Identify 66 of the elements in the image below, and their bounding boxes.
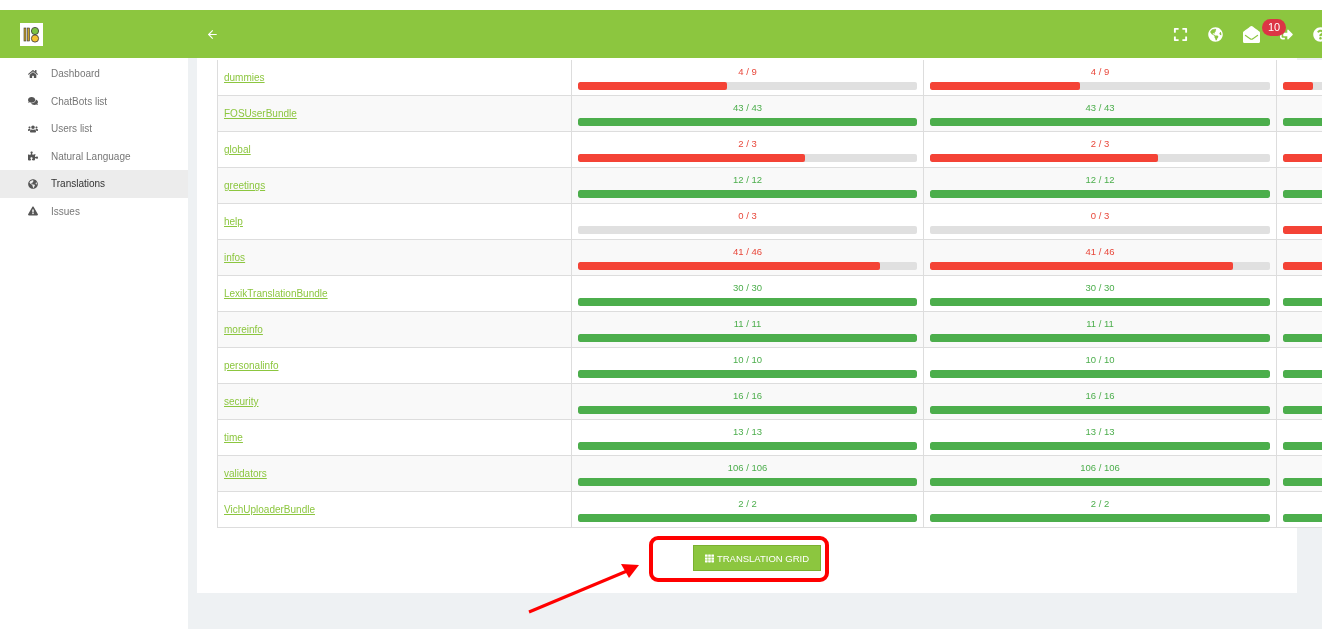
domain-link[interactable]: personalinfo xyxy=(224,360,279,371)
domain-link[interactable]: infos xyxy=(224,252,246,263)
warning-icon xyxy=(28,206,38,217)
progress-count: 11 / 11 xyxy=(733,318,762,329)
progress-count: 106 / 106 xyxy=(1080,462,1120,473)
sidebar-label: Issues xyxy=(51,205,80,217)
sidebar-item[interactable]: Dashboard xyxy=(0,60,188,88)
progress-count: 10 / 10 xyxy=(732,354,763,365)
progress-count: 2 / 3 xyxy=(738,138,757,149)
progress-count: 13 / 13 xyxy=(1085,426,1115,437)
progress-count: 106 / 106 xyxy=(727,462,768,473)
sidebar-item[interactable]: Translations xyxy=(0,170,188,198)
sidebar-label: Natural Language xyxy=(51,150,131,162)
sidebar-label: Users list xyxy=(51,123,93,135)
back-button[interactable] xyxy=(206,27,219,41)
progress-count: 4 / 9 xyxy=(1090,66,1110,77)
progress-count: 2 / 2 xyxy=(738,498,757,509)
translation-grid-button[interactable]: TRANSLATION GRID xyxy=(692,545,822,571)
domain-link[interactable]: moreinfo xyxy=(224,324,263,335)
progress-count: 2 / 2 xyxy=(1090,498,1110,509)
domain-link[interactable]: LexikTranslationBundle xyxy=(224,288,328,299)
progress-count: 43 / 43 xyxy=(732,102,763,113)
domain-link[interactable]: time xyxy=(224,432,243,443)
progress-count: 16 / 16 xyxy=(1085,390,1115,401)
progress-count: 0 / 3 xyxy=(738,210,757,221)
domain-link[interactable]: FOSUserBundle xyxy=(224,108,297,119)
progress-count: 41 / 46 xyxy=(732,246,763,257)
progress-count: 12 / 12 xyxy=(732,174,763,185)
progress-count: 11 / 11 xyxy=(1086,318,1114,329)
grid-icon xyxy=(704,553,714,563)
sidebar-item[interactable]: Users list xyxy=(0,115,188,143)
progress-count: 41 / 46 xyxy=(1085,246,1115,257)
domain-link[interactable]: global xyxy=(224,144,251,155)
sidebar-label: Dashboard xyxy=(51,68,100,80)
progress-count: 16 / 16 xyxy=(732,390,763,401)
globe-icon[interactable] xyxy=(1208,26,1223,42)
users-icon xyxy=(28,123,38,134)
progress-count: 4 / 9 xyxy=(738,66,757,77)
logout-icon[interactable] xyxy=(1280,27,1293,41)
sidebar-item[interactable]: ChatBots list xyxy=(0,87,188,115)
notification-badge: 10 xyxy=(1262,19,1287,36)
globe-icon xyxy=(28,178,38,189)
progress-count: 30 / 30 xyxy=(1085,282,1115,293)
progress-count: 30 / 30 xyxy=(732,282,763,293)
chat-bubbles-icon xyxy=(28,96,38,107)
home-icon xyxy=(28,68,38,79)
progress-count: 43 / 43 xyxy=(1085,102,1115,113)
domain-link[interactable]: validators xyxy=(224,468,267,479)
progress-count: 12 / 12 xyxy=(1085,174,1115,185)
envelope-icon[interactable] xyxy=(1243,25,1260,43)
domain-link[interactable]: security xyxy=(224,396,259,407)
progress-count: 2 / 3 xyxy=(1090,138,1110,149)
progress-count: 13 / 13 xyxy=(732,426,763,437)
sidebar-label: Translations xyxy=(51,178,106,190)
domain-link[interactable]: greetings xyxy=(224,180,266,191)
domain-link[interactable]: help xyxy=(224,216,243,227)
sidebar-item[interactable]: Issues xyxy=(0,197,188,225)
sidebar-item[interactable]: Natural Language xyxy=(0,142,188,170)
domain-link[interactable]: VichUploaderBundle xyxy=(224,504,315,515)
sidebar-label: ChatBots list xyxy=(51,95,108,107)
fullscreen-icon[interactable] xyxy=(1173,26,1188,42)
puzzle-icon xyxy=(28,151,38,162)
logo-icon xyxy=(20,22,43,46)
domain-link[interactable]: dummies xyxy=(224,72,265,83)
progress-count: 10 / 10 xyxy=(1085,354,1115,365)
progress-count: 0 / 3 xyxy=(1090,210,1110,221)
